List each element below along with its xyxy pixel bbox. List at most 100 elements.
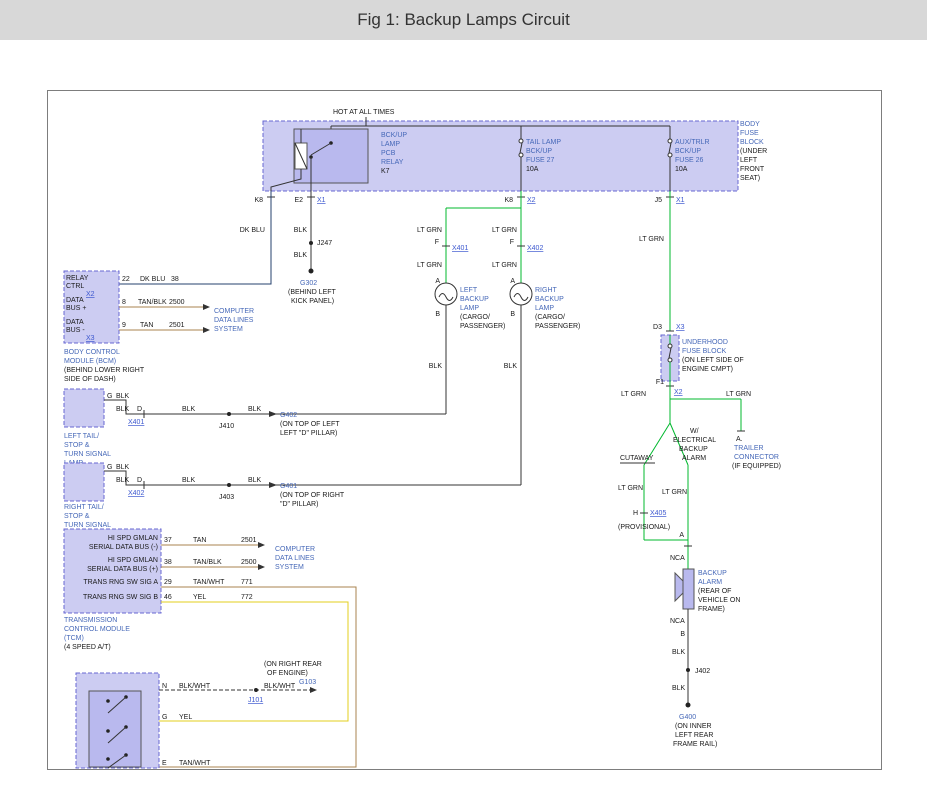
wire-color-label: BLK — [504, 363, 518, 370]
wire-color-label: BLK — [294, 252, 308, 259]
ground-g401-location: "D" PILLAR) — [280, 501, 318, 508]
wire-color-label: LT GRN — [492, 227, 517, 234]
fuse27-label: TAIL LAMP — [526, 139, 561, 146]
fuse-block-name: BLOCK — [740, 139, 764, 146]
splice-j402-dot — [686, 668, 690, 672]
ground-g402-location: LEFT "D" PILLAR) — [280, 430, 337, 437]
connector-x402-link[interactable]: X402 — [128, 490, 144, 497]
fuse26-rating: 10A — [675, 166, 688, 173]
splice-j402-label: J402 — [695, 668, 710, 675]
ground-g400-location: LEFT REAR — [675, 732, 713, 739]
datalines-ref: SYSTEM — [275, 564, 304, 571]
ground-g103-location: OF ENGINE) — [267, 670, 308, 677]
connector-x2-link[interactable]: X2 — [527, 197, 536, 204]
connector-x1-link[interactable]: X1 — [317, 197, 326, 204]
figure-title: Fig 1: Backup Lamps Circuit — [357, 10, 570, 30]
pin-f-label: F — [510, 239, 514, 246]
fuse27-rating: 10A — [526, 166, 539, 173]
wire-color-label: TAN/BLK — [138, 299, 167, 306]
pin-b-label: B — [435, 311, 440, 318]
right-tail-name: RIGHT TAIL/ — [64, 504, 104, 511]
terminal-j5: J5 — [655, 197, 663, 204]
underhood-fuse-symbol — [668, 344, 672, 348]
wire-color-label: YEL — [193, 594, 206, 601]
ground-g302-location: KICK PANEL) — [291, 298, 334, 305]
left-lamp-name: BACKUP — [460, 296, 489, 303]
splice-j101-link[interactable]: J101 — [248, 697, 263, 704]
ground-arrow — [269, 411, 277, 417]
connector-x3-link[interactable]: X3 — [676, 324, 685, 331]
wire-color-label: LT GRN — [726, 391, 751, 398]
connector-x405-link[interactable]: X405 — [650, 510, 666, 517]
wire-color-label: BLK — [116, 406, 130, 413]
bcm-pin-label: DATA — [66, 297, 84, 304]
splice-j403-dot — [227, 483, 231, 487]
connector-x2-link[interactable]: X2 — [674, 389, 683, 396]
wire-color-label: LT GRN — [621, 391, 646, 398]
wire-color-label: TAN/BLK — [193, 559, 222, 566]
ground-g401-location: (ON TOP OF RIGHT — [280, 492, 345, 499]
fuse-block-location: SEAT) — [740, 175, 760, 182]
backup-lamps-schematic: HOT AT ALL TIMES BCK/UP LAMP PCB RELAY K… — [48, 91, 881, 769]
ground-g103-label: G103 — [299, 679, 316, 686]
wire-color-label: BLK — [294, 227, 308, 234]
wiring-diagram-canvas: HOT AT ALL TIMES BCK/UP LAMP PCB RELAY K… — [47, 90, 882, 770]
ground-g400-location: (ON INNER — [675, 723, 712, 730]
circuit-number: 2500 — [241, 559, 257, 566]
right-backup-lamp-symbol — [510, 283, 532, 305]
tcm-note: (4 SPEED A/T) — [64, 644, 111, 651]
wire-color-label: TAN/WHT — [193, 579, 225, 586]
wire-color-label: YEL — [179, 714, 192, 721]
connector-x402-link[interactable]: X402 — [527, 245, 543, 252]
right-tail-name: TURN SIGNAL — [64, 522, 111, 529]
bcm-pin-number: 9 — [122, 322, 126, 329]
circuit-number: 38 — [171, 276, 179, 283]
relay-label: PCB — [381, 150, 396, 157]
left-backup-lamp-symbol — [435, 283, 457, 305]
trailer-connector-name: TRAILER — [734, 445, 764, 452]
splice-j403-label: J403 — [219, 494, 234, 501]
splice-j247-label: J247 — [317, 240, 332, 247]
splice-j410-dot — [227, 412, 231, 416]
tcm-name: (TCM) — [64, 635, 84, 642]
fuse-block-name: BODY — [740, 121, 760, 128]
fuse26-symbol — [668, 139, 672, 143]
right-tail-name: STOP & — [64, 513, 90, 520]
option-cutaway-label: CUTAWAY — [620, 455, 654, 462]
right-lamp-name: RIGHT — [535, 287, 558, 294]
backup-alarm-speaker-cone — [675, 573, 683, 601]
trailer-connector-note: (IF EQUIPPED) — [732, 463, 781, 470]
wire-color-label: TAN — [193, 537, 206, 544]
wire-color-label: LT GRN — [492, 262, 517, 269]
dataline-arrow — [258, 542, 265, 548]
left-lamp-note: (CARGO/ — [460, 314, 490, 321]
bcm-name: MODULE (BCM) — [64, 358, 116, 365]
wire-color-label: LT GRN — [639, 236, 664, 243]
pin-f-label: F — [435, 239, 439, 246]
right-lamp-name: LAMP — [535, 305, 554, 312]
connector-x2-link[interactable]: X2 — [86, 291, 95, 298]
underhood-location: (ON LEFT SIDE OF — [682, 357, 744, 364]
bcm-pin-number: 22 — [122, 276, 130, 283]
title-bar: Fig 1: Backup Lamps Circuit — [0, 0, 927, 40]
pin-b-label: B — [510, 311, 515, 318]
left-tail-name: TURN SIGNAL — [64, 451, 111, 458]
wire-color-label: BLK — [672, 649, 686, 656]
left-lamp-name: LAMP — [460, 305, 479, 312]
dataline-arrow — [203, 327, 210, 333]
connector-x401-link[interactable]: X401 — [452, 245, 468, 252]
wire-blk-left-ground-run — [104, 400, 446, 414]
tcm-pin-label: HI SPD GMLAN — [108, 535, 158, 542]
datalines-ref: COMPUTER — [275, 546, 315, 553]
tcm-name: TRANSMISSION — [64, 617, 117, 624]
connector-x1-link[interactable]: X1 — [676, 197, 685, 204]
backup-alarm-name: ALARM — [698, 579, 722, 586]
wire-color-label: BLK — [116, 393, 130, 400]
connector-x3-link[interactable]: X3 — [86, 335, 95, 342]
wire-color-label: BLK — [116, 477, 130, 484]
fuse27-label: FUSE 27 — [526, 157, 555, 164]
backup-alarm-symbol — [683, 569, 694, 609]
terminal-e2: E2 — [294, 197, 303, 204]
fuse26-label: AUX/TRLR — [675, 139, 710, 146]
connector-x401-link[interactable]: X401 — [128, 419, 144, 426]
